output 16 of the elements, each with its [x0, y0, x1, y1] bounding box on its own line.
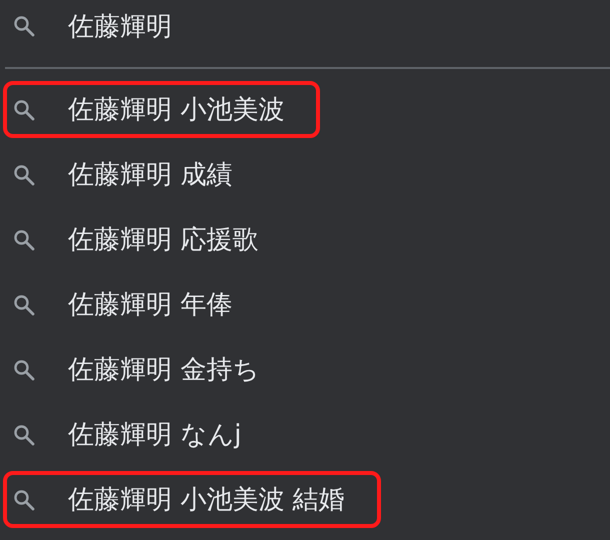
suggestion-item[interactable]: 佐藤輝明 なんj: [3, 406, 278, 463]
suggestion-item[interactable]: 佐藤輝明 応援歌: [3, 211, 294, 268]
suggestion-item[interactable]: 佐藤輝明 成績: [3, 146, 268, 203]
search-icon: [12, 14, 36, 38]
search-icon: [12, 292, 36, 316]
search-icon: [12, 358, 36, 382]
search-icon: [12, 162, 36, 186]
search-icon: [12, 98, 36, 122]
suggestion-item[interactable]: 佐藤輝明 金持ち: [3, 341, 296, 398]
suggestion-item[interactable]: 佐藤輝明 年俸: [3, 276, 268, 333]
search-icon: [12, 228, 36, 252]
suggestion-item[interactable]: 佐藤輝明 小池美波 結婚: [3, 471, 381, 528]
search-icon: [12, 488, 36, 512]
suggestion-item[interactable]: 佐藤輝明 小池美波: [3, 81, 320, 138]
search-query[interactable]: 佐藤輝明: [68, 8, 172, 44]
search-icon: [12, 422, 36, 446]
